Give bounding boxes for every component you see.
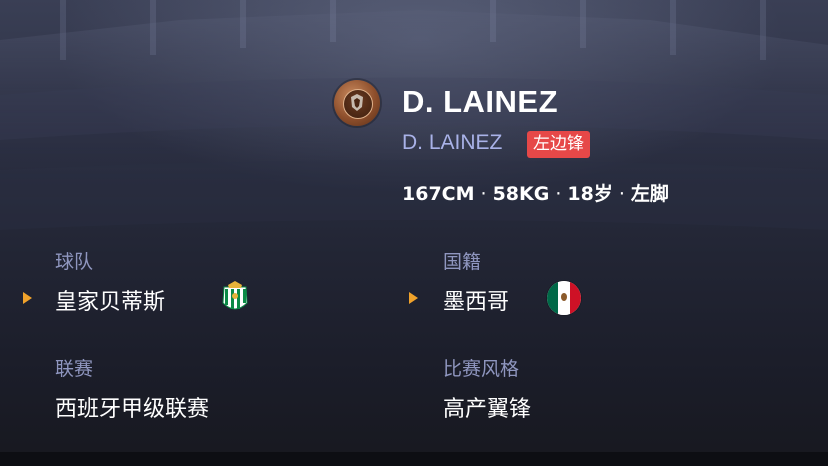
separator: · (480, 183, 487, 205)
play-style-value: 高产翼锋 (443, 397, 532, 422)
team-label: 球队 (55, 251, 94, 273)
real-betis-crest-icon[interactable] (216, 281, 254, 317)
player-foot: 左脚 (630, 183, 669, 205)
player-height: 167CM (402, 183, 475, 205)
nationality-value[interactable]: 墨西哥 (443, 284, 509, 316)
orange-triangle-arrow-icon[interactable] (23, 292, 32, 304)
nationality-label: 国籍 (443, 251, 482, 273)
play-style-label: 比赛风格 (443, 358, 520, 380)
team-value[interactable]: 皇家贝蒂斯 (55, 284, 165, 316)
position-badge: 左边锋 (527, 131, 590, 158)
player-weight: 58KG (492, 183, 550, 205)
separator: · (618, 183, 625, 205)
player-sub-name: D. LAINEZ (402, 131, 503, 154)
player-age: 18岁 (567, 183, 613, 205)
player-stats: 167CM · 58KG · 18岁 · 左脚 (402, 179, 669, 206)
player-profile-card: D. LAINEZ D. LAINEZ 左边锋 167CM · 58KG · 18岁 · 左… (0, 0, 828, 466)
league-value: 西班牙甲级联赛 (55, 397, 210, 422)
mexico-flag-icon[interactable] (547, 281, 581, 315)
club-badge-icon (334, 80, 380, 126)
orange-triangle-arrow-icon[interactable] (409, 292, 418, 304)
league-label: 联赛 (55, 358, 94, 380)
bottom-bar (0, 452, 828, 466)
separator: · (555, 183, 562, 205)
player-name: D. LAINEZ (402, 84, 559, 119)
stadium-background (0, 0, 828, 230)
